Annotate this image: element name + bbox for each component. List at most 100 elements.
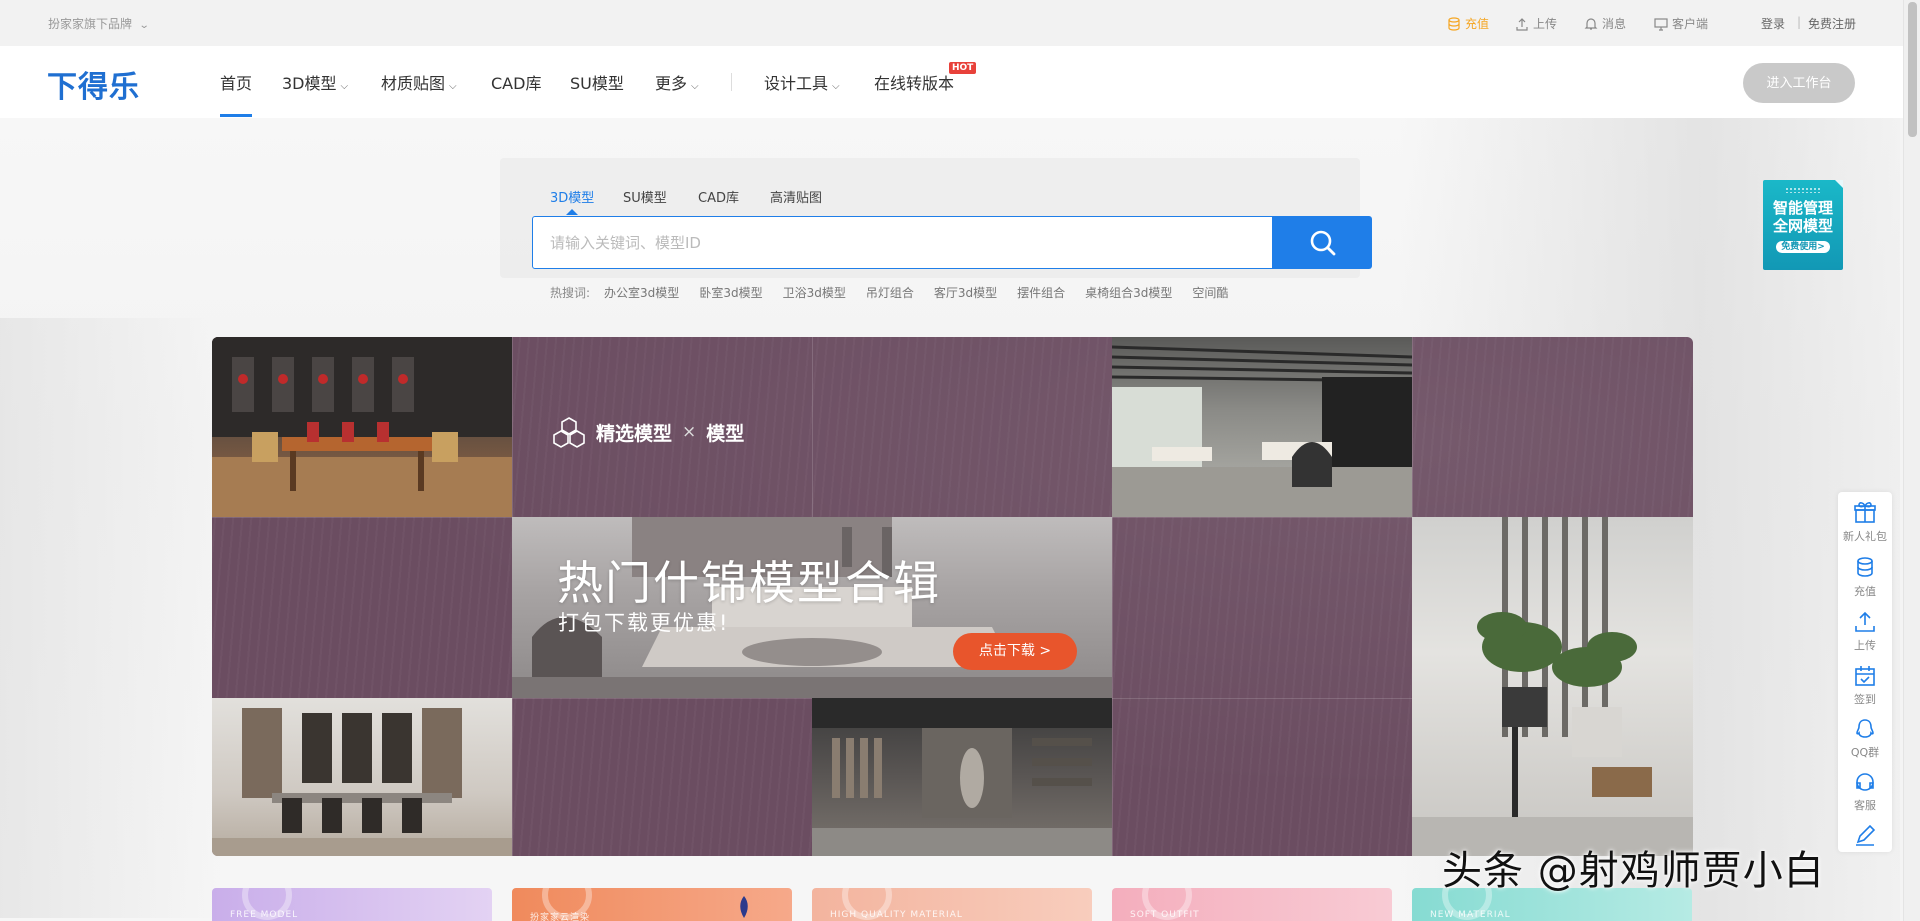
main-nav: 下得乐 首页 3D模型 ⌵ 材质贴图 ⌵ CAD库 SU模型 更多 ⌵ 设计工具 ⌵ 在… — [0, 46, 1920, 118]
hero-banner[interactable]: 精选模型 × 模型 热门什锦模型合辑 打包下载更优惠! 点击下载 > — [212, 337, 1693, 856]
banner-brand-cross: × — [682, 422, 697, 442]
nav-cad-label: CAD库 — [491, 74, 542, 93]
side-tool-customer-service[interactable]: 客服 — [1838, 769, 1892, 813]
banner-subtitle: 打包下载更优惠! — [558, 611, 730, 635]
banner-brand-label2: 模型 — [706, 422, 745, 445]
parent-brand-link[interactable]: 扮家家旗下品牌 ⌄ — [48, 15, 150, 32]
category-card-soft-outfit[interactable]: SOFT OUTFIT — [1112, 888, 1392, 921]
side-tool-new-user-gift[interactable]: 新人礼包 — [1838, 500, 1892, 544]
calendar-check-icon — [1855, 666, 1875, 686]
enter-workbench-button[interactable]: 进入工作台 — [1743, 63, 1855, 103]
side-tool-checkin[interactable]: 签到 — [1838, 663, 1892, 707]
side-tool-label: 充值 — [1854, 585, 1876, 598]
coin-stack-icon — [1857, 557, 1873, 577]
side-tool-label: 客服 — [1854, 799, 1876, 812]
category-card-cloud-render[interactable]: 扮家家云渲染 — [512, 888, 792, 921]
search-tab-cad[interactable]: CAD库 — [698, 187, 739, 206]
page-scrollbar[interactable] — [1903, 0, 1920, 921]
smart-manage-promo[interactable]: 智能管理 全网模型 免费使用> — [1763, 180, 1843, 270]
hot-word[interactable]: 吊灯组合 — [866, 284, 914, 301]
recharge-link[interactable]: 充值 — [1447, 15, 1489, 32]
nav-su-models[interactable]: SU模型 — [570, 70, 624, 94]
upload-icon — [1516, 17, 1528, 31]
side-tool-qq-group[interactable]: QQ群 — [1838, 716, 1892, 760]
hot-badge: HOT — [949, 62, 977, 74]
messages-label: 消息 — [1602, 17, 1627, 31]
banner-brand: 精选模型 × 模型 — [552, 415, 744, 449]
chevron-down-icon: ⌵ — [449, 81, 457, 92]
register-link[interactable]: 免费注册 — [1808, 15, 1856, 32]
category-card-hq-material[interactable]: HIGH QUALITY MATERIAL — [812, 888, 1092, 921]
nav-home[interactable]: 首页 — [220, 70, 252, 94]
hot-word[interactable]: 卫浴3d模型 — [783, 284, 846, 301]
side-tool-upload[interactable]: 上传 — [1838, 609, 1892, 653]
nav-design-tools[interactable]: 设计工具 ⌵ — [764, 70, 840, 94]
hot-word[interactable]: 空间酷 — [1192, 284, 1228, 301]
boutique-illustration — [812, 698, 1112, 856]
category-label: NEW MATERIAL — [1430, 910, 1511, 920]
photo-plants — [1412, 517, 1693, 856]
category-label: HIGH QUALITY MATERIAL — [830, 910, 963, 920]
hot-word[interactable]: 卧室3d模型 — [699, 284, 762, 301]
nav-online-convert-label: 在线转版本 — [874, 74, 955, 93]
parent-brand-label: 扮家家旗下品牌 — [48, 17, 133, 31]
nav-more[interactable]: 更多 ⌵ — [655, 70, 699, 94]
side-tool-label: 上传 — [1854, 639, 1876, 652]
nav-more-label: 更多 — [655, 74, 688, 93]
banner-title: 热门什锦模型合辑 — [557, 556, 941, 610]
search-tab-3d-models[interactable]: 3D模型 — [550, 187, 594, 206]
nav-su-models-label: SU模型 — [570, 74, 624, 93]
scrollbar-thumb[interactable] — [1908, 2, 1917, 137]
nav-cad[interactable]: CAD库 — [491, 70, 541, 94]
rocket-icon — [740, 896, 748, 918]
client-label: 客户端 — [1672, 17, 1709, 31]
promo-dots-decoration — [1785, 187, 1821, 193]
nav-materials[interactable]: 材质贴图 ⌵ — [381, 70, 457, 94]
search-button[interactable] — [1273, 216, 1372, 269]
dining-room-illustration — [212, 337, 512, 517]
messages-link[interactable]: 消息 — [1584, 15, 1626, 32]
side-tool-label: 签到 — [1854, 693, 1876, 706]
recharge-label: 充值 — [1465, 17, 1490, 31]
photo-dining-room — [212, 337, 512, 517]
side-tool-edit[interactable] — [1838, 822, 1892, 850]
dining-bottom-illustration — [212, 708, 512, 856]
hot-word[interactable]: 办公室3d模型 — [604, 284, 679, 301]
login-link[interactable]: 登录 — [1761, 15, 1785, 32]
photo-dining-bottom — [212, 698, 512, 856]
plants-illustration — [1412, 517, 1693, 856]
side-tool-label: QQ群 — [1850, 746, 1880, 759]
search-input[interactable] — [532, 216, 1273, 269]
hero-bg-shade — [0, 318, 220, 918]
lobby-illustration — [1112, 345, 1412, 517]
nav-3d-models[interactable]: 3D模型 ⌵ — [282, 70, 348, 94]
headset-icon — [1856, 773, 1874, 791]
chevron-down-icon: ⌵ — [832, 81, 840, 92]
nav-online-convert[interactable]: 在线转版本 — [874, 70, 954, 94]
nav-3d-models-label: 3D模型 — [282, 74, 337, 93]
search-tab-hd-textures[interactable]: 高清贴图 — [770, 187, 822, 206]
nav-materials-label: 材质贴图 — [381, 74, 446, 93]
side-toolbar: 新人礼包 充值 上传 签到 QQ群 客服 — [1838, 492, 1892, 852]
upload-icon — [1855, 611, 1875, 632]
upload-link[interactable]: 上传 — [1515, 15, 1557, 32]
coin-stack-icon — [1448, 16, 1460, 31]
hot-search-words: 热搜词: 办公室3d模型 卧室3d模型 卫浴3d模型 吊灯组合 客厅3d模型 摆… — [550, 284, 1228, 301]
monitor-icon — [1654, 17, 1668, 31]
promo-free-use-button[interactable]: 免费使用> — [1776, 241, 1830, 253]
search-tab-su-models[interactable]: SU模型 — [623, 187, 667, 206]
site-logo[interactable]: 下得乐 — [47, 62, 140, 106]
search-tab-indicator — [566, 209, 578, 215]
hot-word[interactable]: 摆件组合 — [1017, 284, 1065, 301]
hot-word[interactable]: 桌椅组合3d模型 — [1085, 284, 1172, 301]
side-tool-recharge[interactable]: 充值 — [1838, 555, 1892, 599]
client-link[interactable]: 客户端 — [1654, 15, 1708, 32]
hot-word[interactable]: 客厅3d模型 — [934, 284, 997, 301]
photo-boutique — [812, 698, 1112, 856]
category-card-free-model[interactable]: FREE MODEL — [212, 888, 492, 921]
banner-download-button[interactable]: 点击下载 > — [953, 633, 1077, 670]
cubes-logo-icon — [553, 417, 585, 448]
login-separator: | — [1797, 15, 1802, 29]
nav-divider — [731, 73, 732, 91]
gift-icon — [1854, 502, 1876, 523]
